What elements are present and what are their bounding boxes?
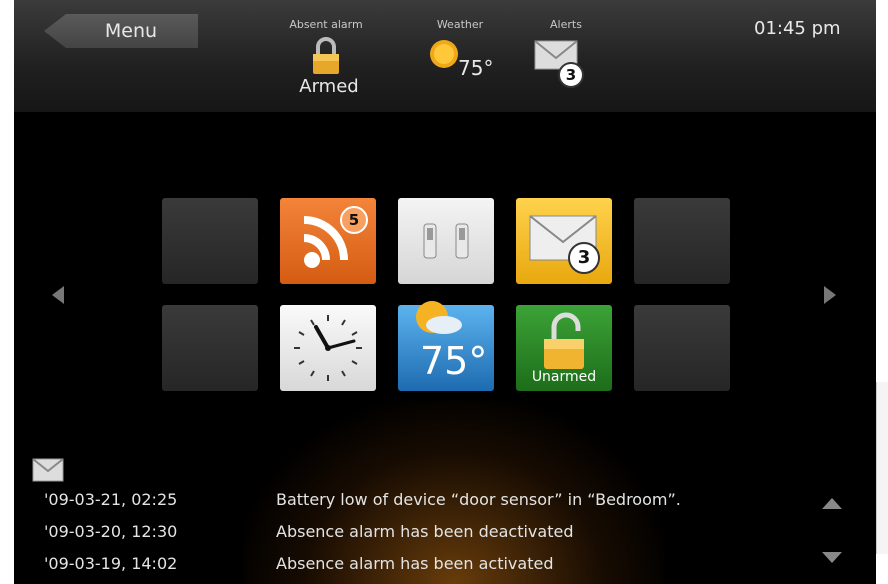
log-date: '09-03-19, 14:02 [44, 554, 178, 573]
home-screen: Menu Absent alarm Armed Weather 75° Aler… [14, 0, 876, 584]
log-date: '09-03-21, 02:25 [44, 490, 178, 509]
rss-count-badge: 5 [340, 206, 368, 234]
mail-count-badge: 3 [568, 242, 600, 274]
log-entry[interactable]: '09-03-21, 02:25 Battery low of device “… [44, 490, 804, 516]
absent-alarm-label: Absent alarm [289, 18, 363, 31]
alarm-status-label: Unarmed [531, 369, 597, 385]
lock-icon [313, 37, 339, 74]
weather-tile-temperature: 75° [420, 339, 488, 383]
alerts-count-badge: 3 [558, 62, 584, 88]
empty-tile [634, 305, 730, 391]
envelope-icon [32, 458, 64, 482]
weather-label: Weather [436, 18, 484, 31]
empty-tile [162, 305, 258, 391]
light-switch-tile[interactable] [398, 198, 494, 284]
weather-tile[interactable]: 75° [398, 301, 494, 391]
log-entry[interactable]: '09-03-19, 14:02 Absence alarm has been … [44, 554, 804, 580]
scroll-down-arrow[interactable] [822, 552, 842, 563]
top-bar: Menu Absent alarm Armed Weather 75° Aler… [14, 0, 876, 112]
alerts-widget[interactable]: 3 [534, 38, 594, 88]
envelope-icon [529, 215, 597, 261]
side-panel [876, 382, 888, 554]
scroll-up-arrow[interactable] [822, 498, 842, 509]
log-date: '09-03-20, 12:30 [44, 522, 178, 541]
menu-button[interactable]: Menu [44, 14, 198, 48]
log-message: Absence alarm has been deactivated [276, 522, 574, 541]
previous-page-arrow[interactable] [52, 286, 64, 304]
empty-tile [162, 198, 258, 284]
next-page-arrow[interactable] [824, 286, 836, 304]
log-entry[interactable]: '09-03-20, 12:30 Absence alarm has been … [44, 522, 804, 548]
log-message: Battery low of device “door sensor” in “… [276, 490, 681, 509]
clock: 01:45 pm [754, 18, 841, 39]
alerts-label: Alerts [550, 18, 582, 31]
sun-cloud-icon [416, 301, 462, 334]
armed-status: Armed [299, 76, 359, 97]
mail-tile[interactable]: 3 [516, 198, 612, 284]
alarm-tile[interactable]: Unarmed [516, 305, 612, 391]
weather-temperature: 75° [458, 56, 494, 80]
clock-icon [294, 315, 362, 381]
empty-tile [634, 198, 730, 284]
clock-tile[interactable] [280, 305, 376, 391]
rss-feed-tile[interactable]: 5 [280, 198, 376, 284]
log-message: Absence alarm has been activated [276, 554, 554, 573]
absent-alarm-widget[interactable] [308, 36, 344, 76]
light-switch-icon [423, 223, 469, 259]
